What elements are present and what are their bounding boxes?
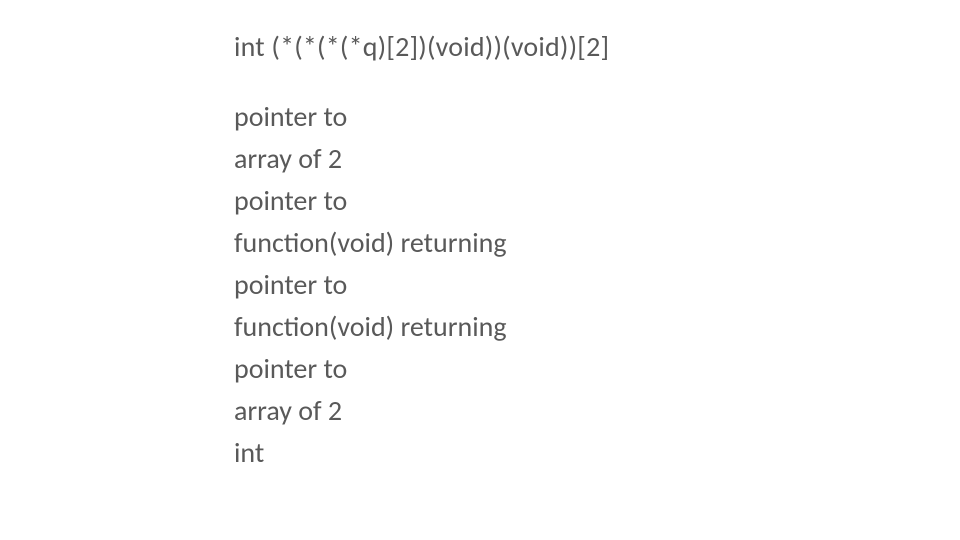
c-declaration: int (*(*(*(*q)[2])(void))(void))[2] <box>234 30 609 64</box>
explanation-line: array of 2 <box>234 138 507 180</box>
explanation-line: pointer to <box>234 96 507 138</box>
explanation-line: pointer to <box>234 180 507 222</box>
explanation-line: function(void) returning <box>234 222 507 264</box>
explanation-line: int <box>234 432 507 474</box>
slide: int (*(*(*(*q)[2])(void))(void))[2] poin… <box>0 0 960 540</box>
explanation-line: array of 2 <box>234 390 507 432</box>
explanation-line: pointer to <box>234 264 507 306</box>
explanation-block: pointer to array of 2 pointer to functio… <box>234 96 507 474</box>
explanation-line: pointer to <box>234 348 507 390</box>
explanation-line: function(void) returning <box>234 306 507 348</box>
